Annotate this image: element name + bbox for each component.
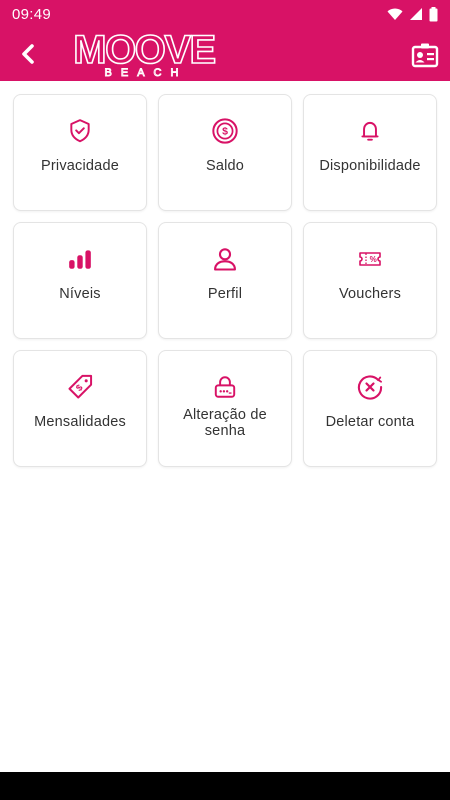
tile-deletar-conta[interactable]: Deletar conta [303,350,437,467]
tile-label: Mensalidades [34,414,126,430]
app-bar: MOOVE BEACH [0,28,450,81]
tile-label: Saldo [205,158,245,174]
tile-saldo[interactable]: $ Saldo [158,94,292,211]
chevron-left-icon [22,44,34,64]
tile-niveis[interactable]: Níveis [13,222,147,339]
voucher-icon: % [356,245,384,273]
tile-alteracao-de-senha[interactable]: Alteração de senha [158,350,292,467]
svg-text:%: % [370,255,377,264]
tile-privacidade[interactable]: Privacidade [13,94,147,211]
shield-check-icon [66,117,94,145]
password-lock-icon [211,373,239,401]
logo-text: MOOVE [73,29,215,72]
signal-icon [410,8,422,20]
tile-label: Vouchers [338,286,402,302]
price-tag-icon: $ [66,373,94,401]
bell-icon [356,117,384,145]
status-time: 09:49 [12,5,52,23]
system-navigation-bar [0,772,450,800]
tile-label: Níveis [59,286,101,302]
user-icon [211,245,239,273]
tile-disponibilidade[interactable]: Disponibilidade [303,94,437,211]
status-icons [387,6,438,22]
logo-subtext: BEACH [105,67,188,79]
tile-label: Deletar conta [325,414,415,430]
tile-perfil[interactable]: Perfil [158,222,292,339]
levels-icon [66,245,94,273]
status-bar: 09:49 [0,0,450,28]
tile-label: Disponibilidade [319,158,421,174]
tile-mensalidades[interactable]: $ Mensalidades [13,350,147,467]
tile-vouchers[interactable]: % Vouchers [303,222,437,339]
id-card-icon [411,43,439,68]
battery-icon [429,6,438,21]
tile-label: Privacidade [41,158,119,174]
moove-beach-logo: MOOVE BEACH [72,29,217,79]
wifi-icon [387,8,403,20]
svg-text:$: $ [222,126,228,138]
coin-icon: $ [211,117,239,145]
settings-grid: Privacidade $ Saldo Disponibilidade Níve… [13,94,437,467]
tile-label: Alteração de senha [183,407,267,439]
delete-circle-icon [356,373,384,401]
member-card-button[interactable] [410,40,440,70]
back-button[interactable] [12,38,44,70]
tile-label: Perfil [207,286,243,302]
